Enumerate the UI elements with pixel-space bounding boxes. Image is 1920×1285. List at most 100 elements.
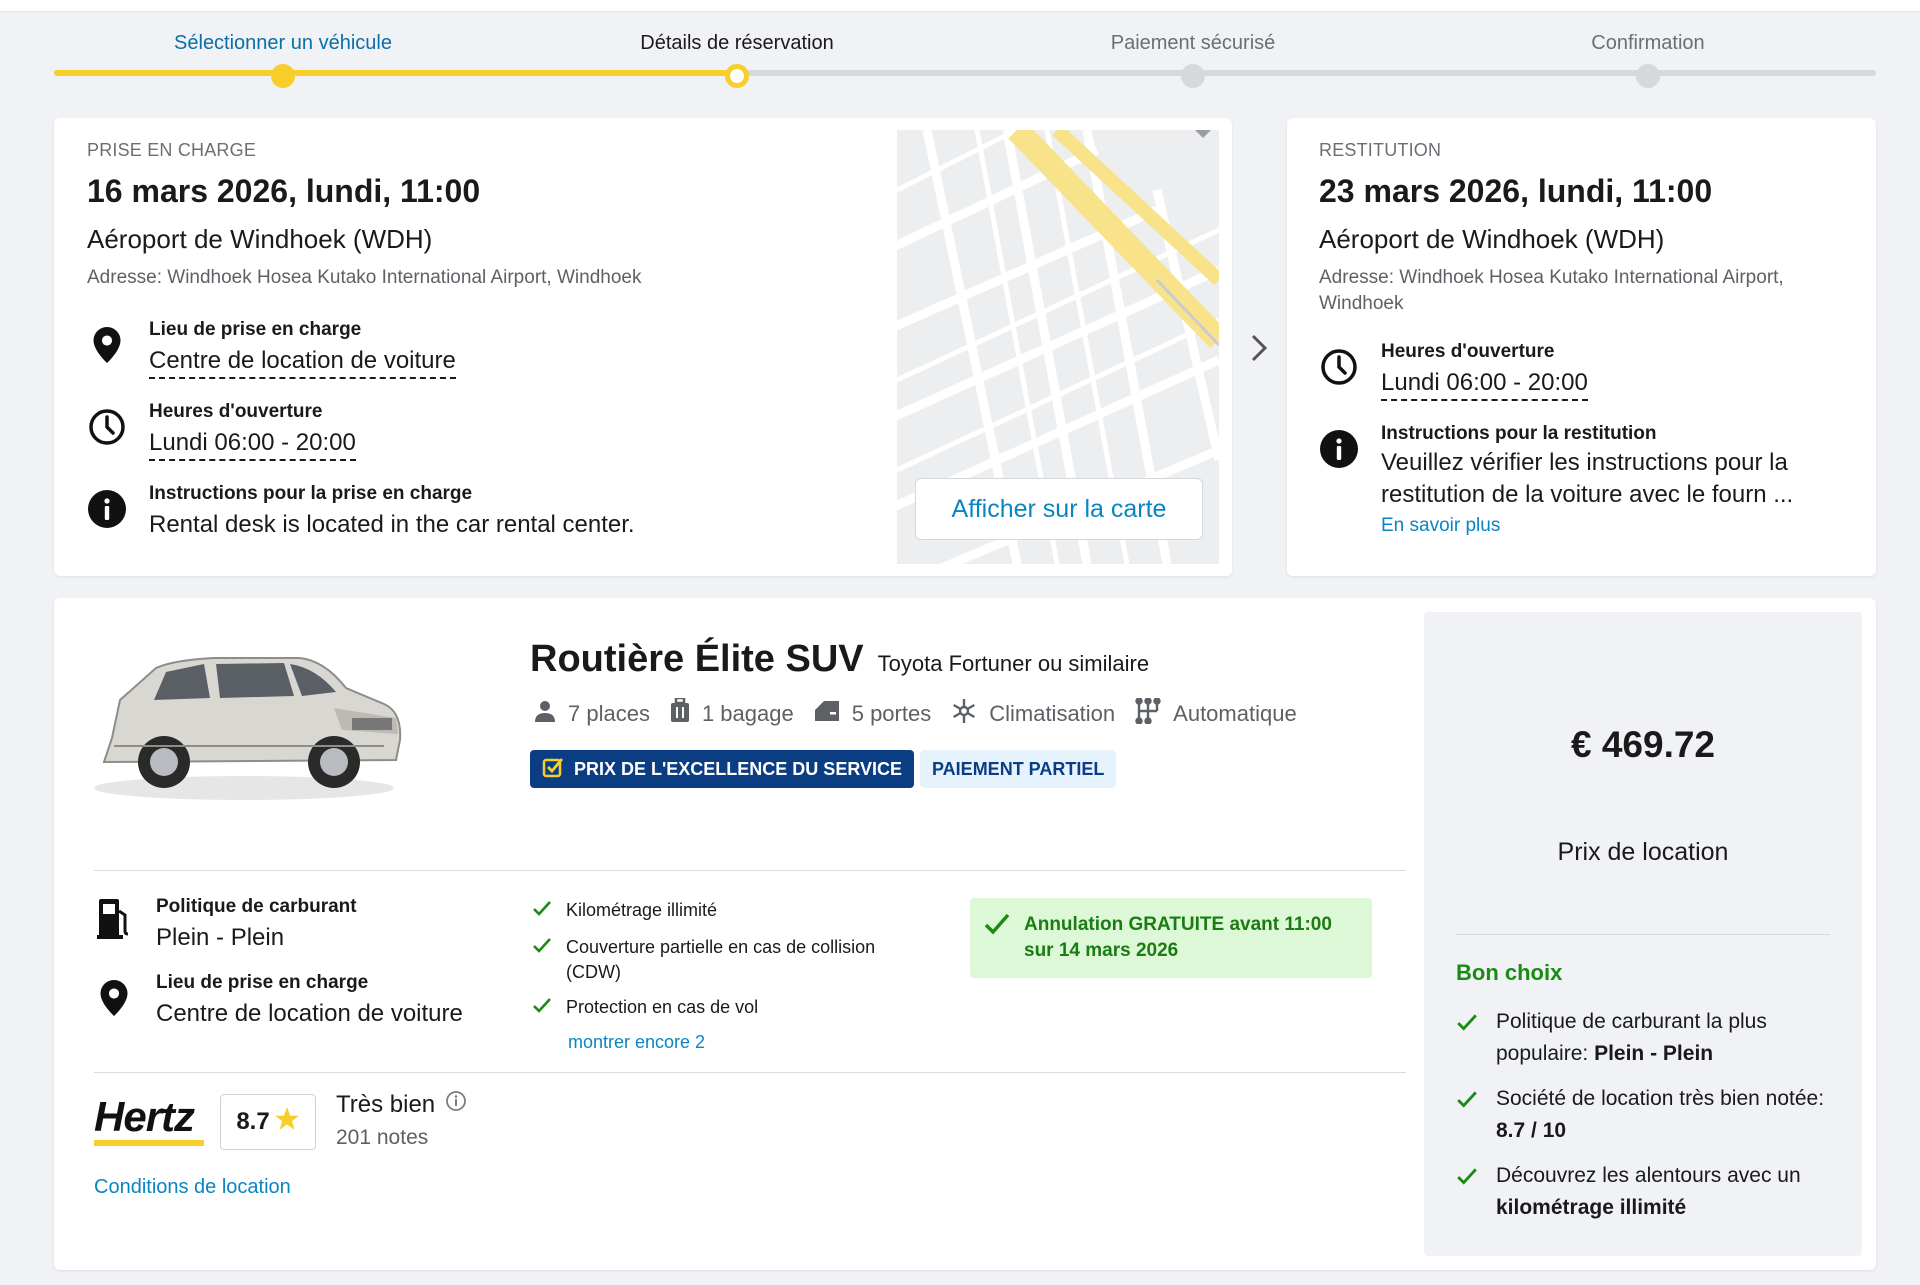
step-booking-details: Détails de réservation — [537, 30, 937, 88]
return-details: RESTITUTION 23 mars 2026, lundi, 11:00 A… — [1319, 140, 1849, 537]
door-icon — [814, 700, 840, 728]
good-choice-item: Politique de carburant la plus populaire… — [1456, 1006, 1846, 1070]
car-name: Routière Élite SUV — [530, 638, 864, 680]
check-icon — [532, 995, 552, 1022]
spec-transmission-label: Automatique — [1173, 701, 1297, 726]
return-hours-value[interactable]: Lundi 06:00 - 20:00 — [1381, 369, 1588, 401]
spec-doors: 5 portes — [814, 700, 931, 728]
feature-label: Protection en cas de vol — [566, 997, 759, 1017]
good-choice-bold: kilométrage illimité — [1496, 1196, 1687, 1219]
check-icon — [1456, 1011, 1478, 1070]
check-icon — [984, 912, 1010, 941]
clock-icon — [1319, 347, 1359, 387]
step-select-vehicle[interactable]: Sélectionner un véhicule — [83, 30, 483, 88]
spec-ac: Climatisation — [951, 698, 1115, 730]
person-icon — [534, 700, 556, 728]
fuel-policy-value: Plein - Plein — [156, 924, 285, 951]
stepper-progress — [54, 70, 737, 76]
step-label: Confirmation — [1591, 32, 1705, 54]
luggage-icon — [670, 696, 690, 730]
rating-score: 8.7 — [236, 1108, 270, 1135]
star-icon — [274, 1106, 300, 1139]
feature-item: Kilométrage illimité — [532, 898, 912, 925]
rating-label-row: Très bien — [336, 1090, 467, 1119]
check-icon — [1456, 1088, 1478, 1147]
pickup-place-heading: Lieu de prise en charge — [149, 319, 362, 340]
rating-box: 8.7 — [220, 1094, 316, 1150]
check-icon — [532, 898, 552, 925]
car-pickup-heading: Lieu de prise en charge — [156, 972, 369, 993]
cancel-line-2: sur 14 mars 2026 — [1024, 940, 1179, 961]
cancel-line-1: Annulation GRATUITE avant 11:00 — [1024, 914, 1332, 935]
policy-column: Politique de carburant Plein - Plein Lie… — [94, 896, 494, 1028]
return-instructions-value: Veuillez vérifier les instructions pour … — [1381, 449, 1794, 508]
divider — [1456, 934, 1830, 935]
partial-payment-badge: PAIEMENT PARTIEL — [920, 750, 1117, 788]
return-section-title: RESTITUTION — [1319, 140, 1442, 160]
show-more-link[interactable]: montrer encore 2 — [568, 1032, 912, 1053]
check-icon — [532, 935, 552, 962]
step-label: Sélectionner un véhicule — [174, 32, 392, 54]
price-amount: € 469.72 — [1570, 724, 1716, 765]
feature-item: Couverture partielle en cas de collision… — [532, 935, 912, 985]
car-model: Toyota Fortuner ou similaire — [877, 651, 1150, 676]
step-dot — [1636, 64, 1660, 88]
good-choice-list: Politique de carburant la plus populaire… — [1456, 1006, 1846, 1237]
return-location: Aéroport de Windhoek (WDH) — [1319, 224, 1665, 254]
pickup-location: Aéroport de Windhoek (WDH) — [87, 224, 433, 254]
price-panel: € 469.72 Prix de location Bon choix Poli… — [1424, 612, 1862, 1256]
step-dot — [1181, 64, 1205, 88]
pickup-datetime: 16 mars 2026, lundi, 11:00 — [87, 173, 481, 209]
info-icon — [87, 489, 127, 529]
return-datetime: 23 mars 2026, lundi, 11:00 — [1319, 173, 1713, 209]
pickup-instructions-row: Instructions pour la prise en charge Ren… — [87, 483, 877, 539]
top-bar — [0, 0, 1920, 12]
good-choice-text: Découvrez les alentours avec un — [1496, 1164, 1801, 1187]
rating-count: 201 notes — [336, 1126, 429, 1149]
info-outline-icon[interactable] — [445, 1090, 467, 1119]
return-instructions-heading: Instructions pour la restitution — [1381, 423, 1657, 444]
pickup-place-value[interactable]: Centre de location de voiture — [149, 347, 456, 379]
good-choice-item: Découvrez les alentours avec un kilométr… — [1456, 1160, 1846, 1224]
service-excellence-badge: PRIX DE L'EXCELLENCE DU SERVICE — [530, 750, 915, 788]
step-label: Détails de réservation — [640, 32, 834, 54]
service-excellence-label: PRIX DE L'EXCELLENCE DU SERVICE — [574, 758, 903, 779]
good-choice-text: Société de location très bien notée: — [1496, 1087, 1825, 1110]
step-label: Paiement sécurisé — [1110, 32, 1276, 54]
spec-seats: 7 places — [534, 700, 650, 728]
car-pickup-row: Lieu de prise en charge Centre de locati… — [94, 972, 494, 1028]
good-choice-bold: Plein - Plein — [1594, 1042, 1714, 1065]
pickup-hours-value[interactable]: Lundi 06:00 - 20:00 — [149, 429, 356, 461]
location-pin-icon — [94, 978, 134, 1018]
step-confirmation: Confirmation — [1448, 30, 1848, 88]
step-dot — [271, 64, 295, 88]
chevron-right-icon[interactable] — [1243, 328, 1273, 368]
step-dot — [725, 64, 749, 88]
return-instructions-row: Instructions pour la restitution Veuille… — [1319, 423, 1849, 537]
pickup-instructions-value: Rental desk is located in the car rental… — [149, 511, 635, 538]
fuel-pump-icon — [94, 898, 134, 939]
feature-label: Couverture partielle en cas de collision… — [566, 937, 876, 982]
return-card: RESTITUTION 23 mars 2026, lundi, 11:00 A… — [1287, 118, 1876, 576]
learn-more-link[interactable]: En savoir plus — [1381, 515, 1849, 537]
price-label: Prix de location — [1557, 838, 1729, 866]
car-image — [84, 638, 404, 808]
spec-seats-label: 7 places — [568, 701, 650, 726]
show-on-map-button[interactable]: Afficher sur la carte — [915, 478, 1203, 540]
fuel-policy-heading: Politique de carburant — [156, 896, 357, 917]
return-hours-heading: Heures d'ouverture — [1381, 341, 1555, 362]
spec-bags-label: 1 bagage — [701, 701, 794, 726]
rating-label: Très bien — [336, 1090, 436, 1118]
clock-icon — [87, 407, 127, 447]
pickup-map[interactable]: Afficher sur la carte — [897, 130, 1219, 564]
rental-conditions-link[interactable]: Conditions de location — [94, 1176, 291, 1199]
return-hours-row: Heures d'ouverture Lundi 06:00 - 20:00 — [1319, 341, 1849, 401]
feature-label: Kilométrage illimité — [566, 900, 718, 920]
good-choice-item: Société de location très bien notée: 8.7… — [1456, 1083, 1846, 1147]
pickup-section-title: PRISE EN CHARGE — [87, 140, 257, 160]
divider — [94, 1072, 1406, 1073]
free-cancellation-box: Annulation GRATUITE avant 11:00 sur 14 m… — [970, 898, 1372, 978]
checkbox-icon — [542, 756, 564, 783]
spec-transmission: Automatique — [1135, 697, 1297, 730]
feature-list: Kilométrage illimité Couverture partiell… — [532, 898, 912, 1053]
